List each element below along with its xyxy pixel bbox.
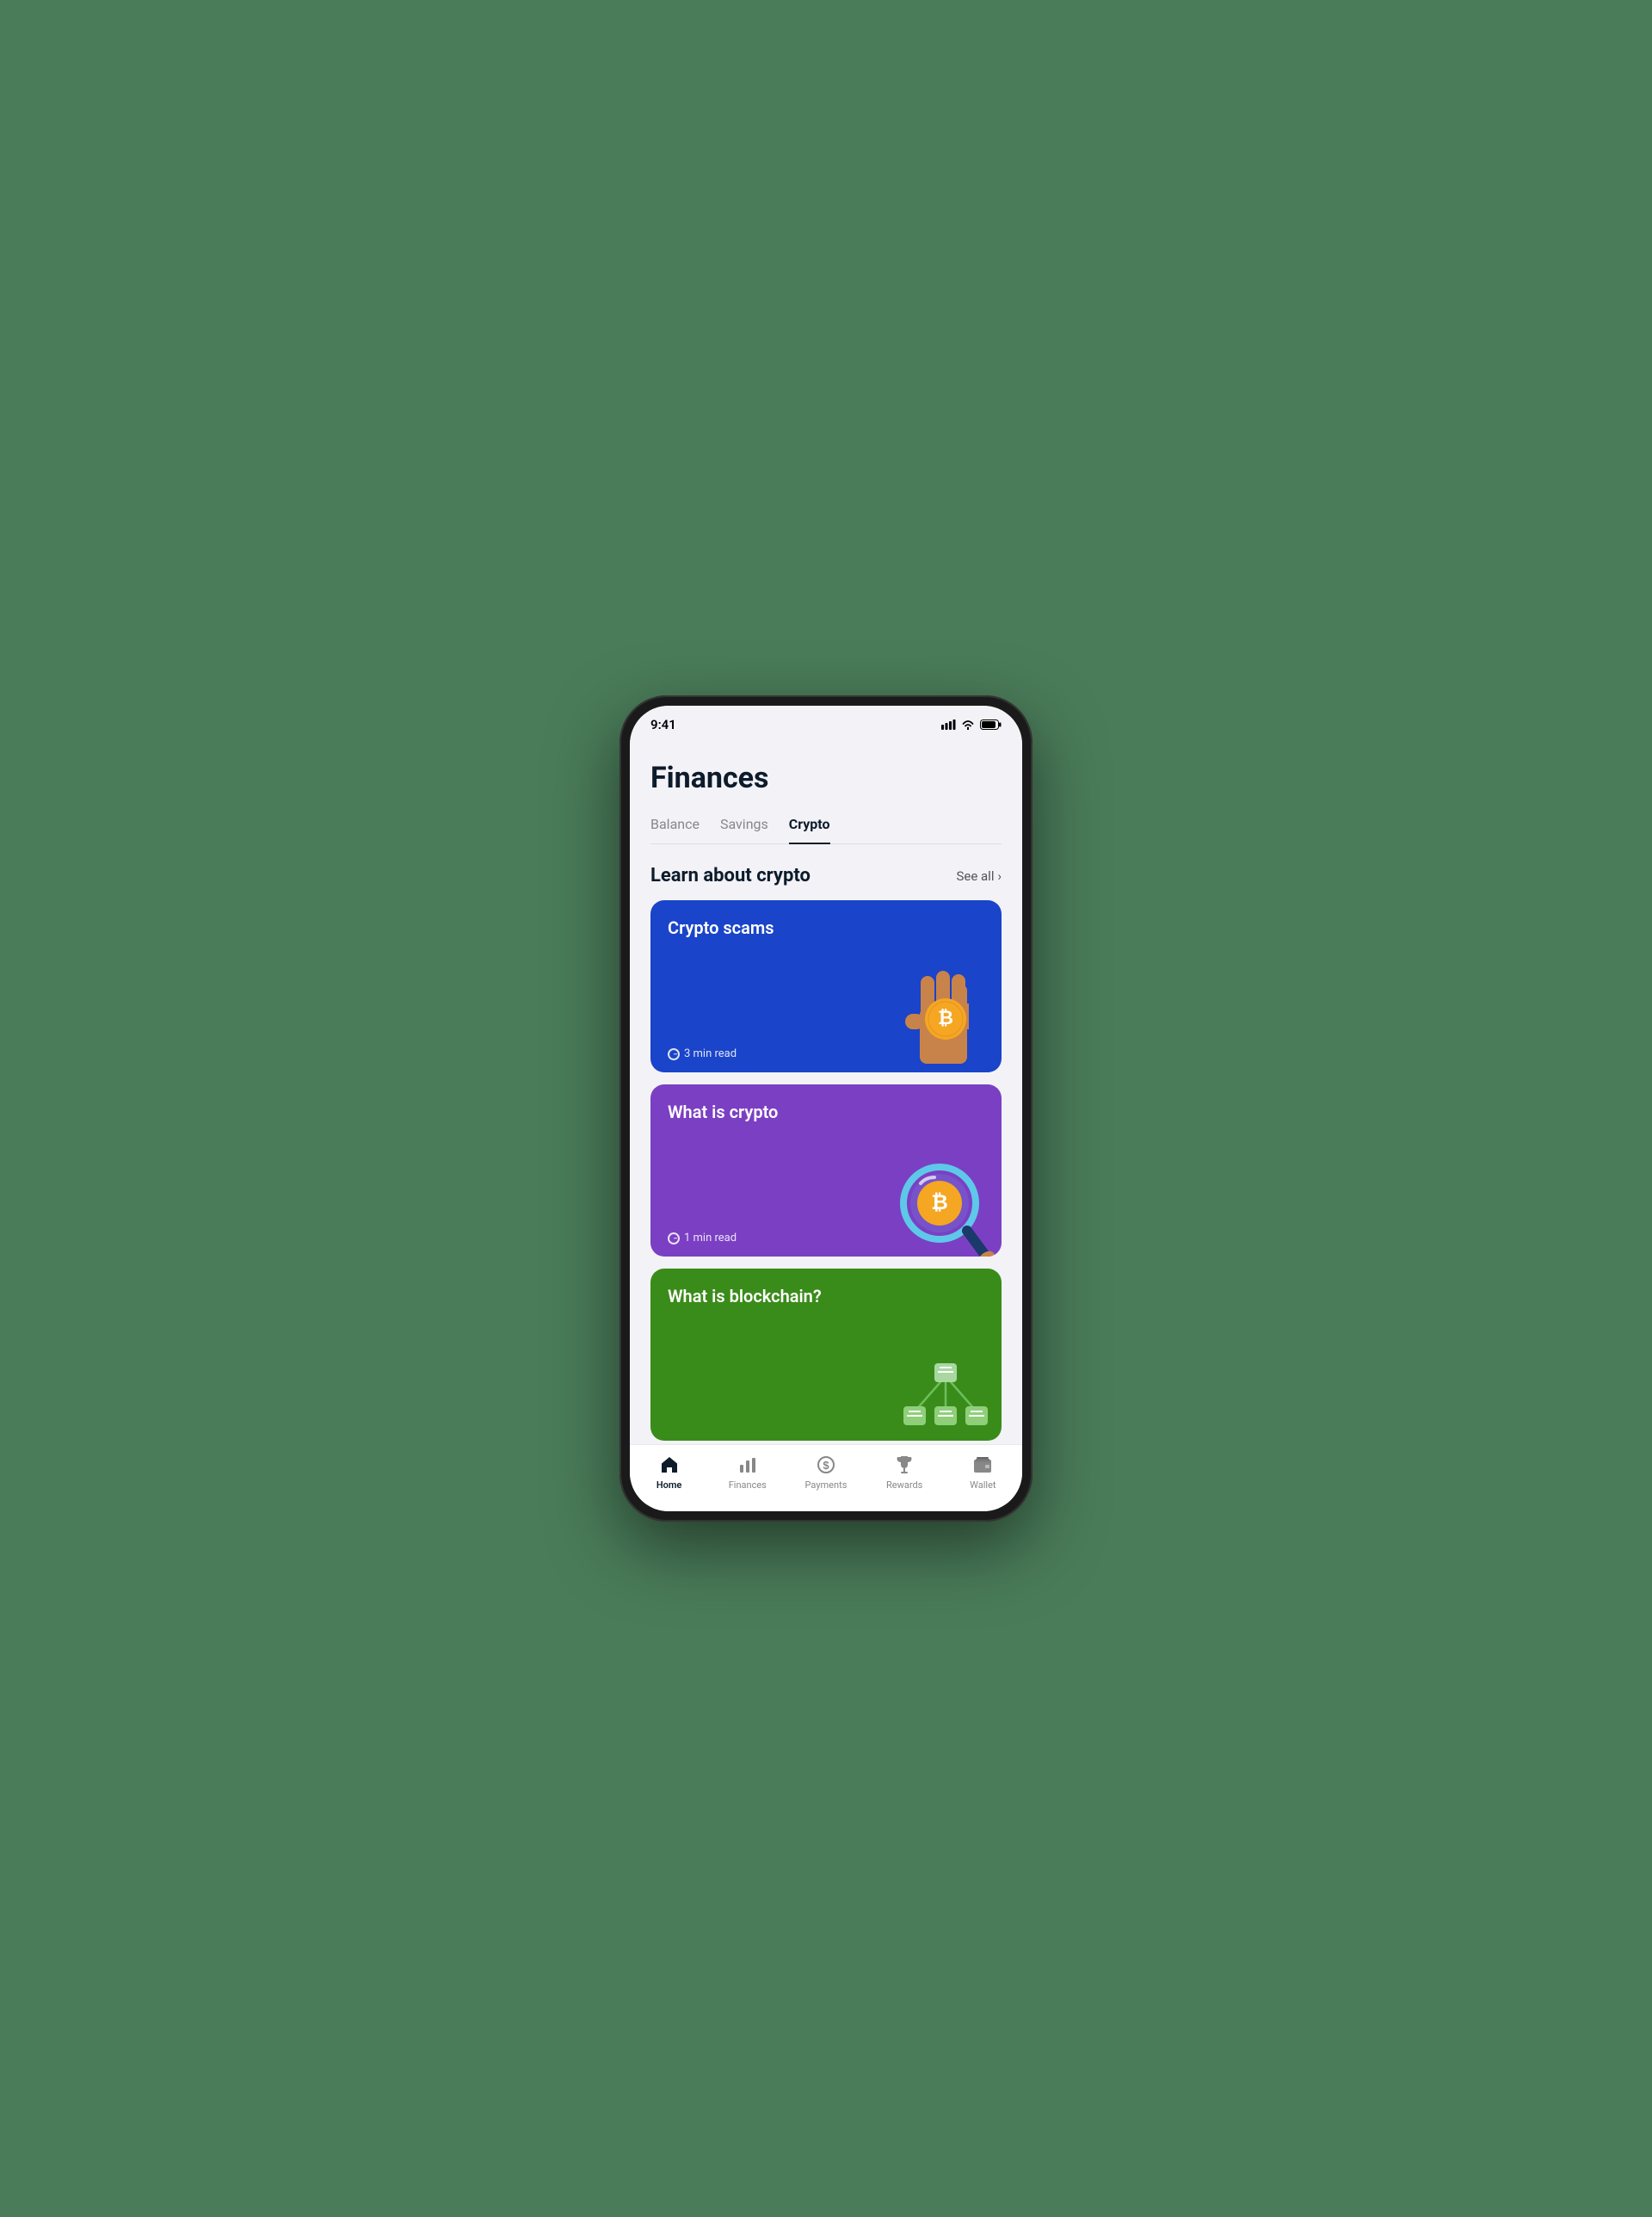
card-read-time-crypto-scams: 3 min read	[668, 1047, 737, 1060]
signal-icon	[941, 719, 956, 730]
bottom-nav: Home Finances $	[630, 1444, 1022, 1511]
nav-wallet[interactable]: Wallet	[957, 1454, 1008, 1491]
content-area: Finances Balance Savings Crypto Learn ab…	[630, 744, 1022, 1444]
phone-screen: 9:41	[630, 706, 1022, 1511]
card-title-what-is-blockchain: What is blockchain?	[668, 1286, 822, 1306]
card-what-is-crypto[interactable]: What is crypto 1 min read ₿	[650, 1084, 1002, 1257]
tab-savings[interactable]: Savings	[720, 816, 768, 844]
phone-frame: 9:41	[620, 695, 1032, 1522]
magnifier-coin-illustration: ₿	[881, 1145, 993, 1257]
nav-home-label: Home	[656, 1479, 682, 1491]
trophy-icon	[893, 1454, 915, 1476]
tabs-container: Balance Savings Crypto	[650, 816, 1002, 844]
card-read-time-what-is-crypto: 1 min read	[668, 1232, 737, 1244]
card-crypto-scams[interactable]: Crypto scams 3 min read	[650, 900, 1002, 1072]
wallet-icon	[971, 1454, 994, 1476]
nav-finances-label: Finances	[729, 1479, 767, 1491]
bar-chart-icon	[737, 1454, 759, 1476]
cards-container: Crypto scams 3 min read	[650, 900, 1002, 1444]
card-title-crypto-scams: Crypto scams	[668, 917, 774, 938]
page-title: Finances	[650, 761, 1002, 795]
card-what-is-blockchain[interactable]: What is blockchain?	[650, 1269, 1002, 1441]
nav-wallet-label: Wallet	[970, 1479, 996, 1491]
see-all-button[interactable]: See all ›	[956, 868, 1002, 884]
dollar-icon: $	[815, 1454, 837, 1476]
section-header: Learn about crypto See all ›	[650, 865, 1002, 886]
tab-crypto[interactable]: Crypto	[789, 816, 830, 844]
svg-text:₿: ₿	[931, 1191, 948, 1214]
tab-balance[interactable]: Balance	[650, 816, 700, 844]
status-bar: 9:41	[630, 706, 1022, 744]
blockchain-nodes-illustration	[890, 1355, 993, 1441]
nav-payments[interactable]: $ Payments	[800, 1454, 852, 1491]
svg-text:$: $	[823, 1459, 829, 1472]
nav-finances[interactable]: Finances	[722, 1454, 774, 1491]
nav-home[interactable]: Home	[644, 1454, 695, 1491]
nav-payments-label: Payments	[805, 1479, 848, 1491]
section-title: Learn about crypto	[650, 865, 811, 886]
nav-rewards[interactable]: Rewards	[878, 1454, 930, 1491]
clock-icon-2	[668, 1232, 680, 1244]
battery-icon	[980, 719, 1002, 730]
hand-coin-illustration: ₿	[890, 952, 993, 1072]
status-icons	[941, 719, 1002, 730]
svg-text:₿: ₿	[938, 1007, 953, 1028]
status-time: 9:41	[650, 717, 676, 732]
home-icon	[658, 1454, 681, 1476]
clock-icon	[668, 1048, 680, 1060]
nav-rewards-label: Rewards	[886, 1479, 922, 1491]
card-title-what-is-crypto: What is crypto	[668, 1102, 778, 1122]
wifi-icon	[961, 719, 975, 730]
